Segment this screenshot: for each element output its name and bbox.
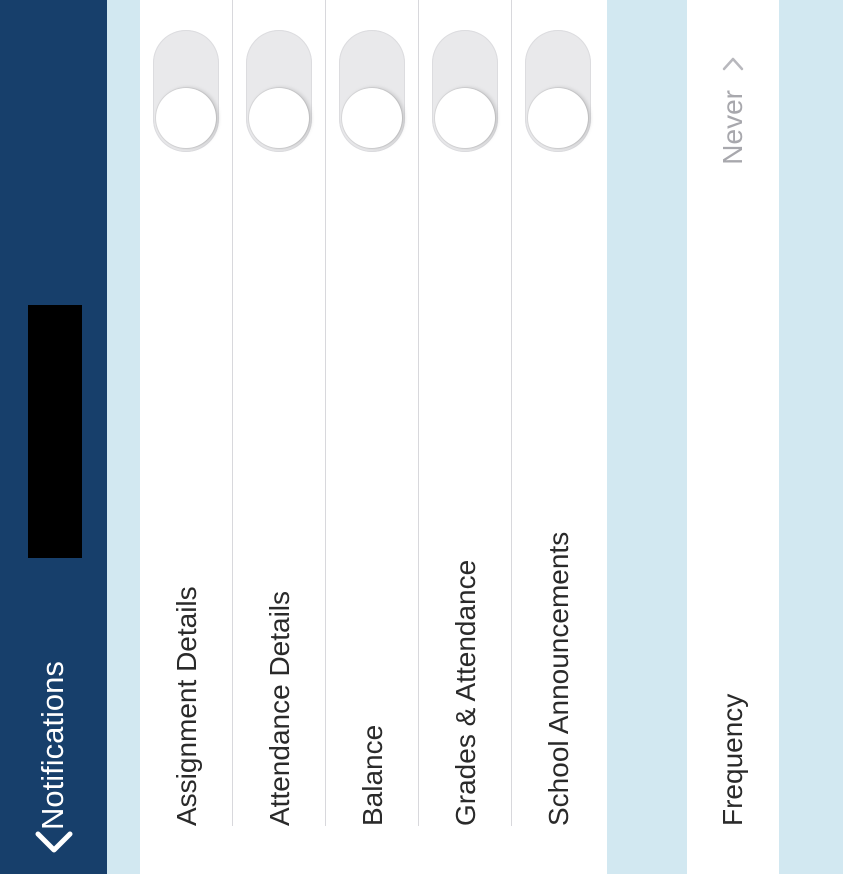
row-label: Grades & Attendance xyxy=(450,559,481,826)
frequency-label: Frequency xyxy=(717,693,748,826)
row-label: Assignment Details xyxy=(171,586,202,826)
row-label: School Announcements xyxy=(543,531,574,826)
list-item-attendance-details: Attendance Details xyxy=(233,0,326,874)
frequency-row[interactable]: Frequency Never xyxy=(687,0,779,874)
row-label: Attendance Details xyxy=(264,590,295,826)
toggle-knob xyxy=(156,88,216,148)
school-announcements-toggle[interactable] xyxy=(525,30,591,152)
grades-attendance-toggle[interactable] xyxy=(432,30,498,152)
notification-settings-list: Assignment Details Attendance Details Ba… xyxy=(140,0,607,874)
list-item-school-announcements: School Announcements xyxy=(512,0,605,874)
assignment-details-toggle[interactable] xyxy=(153,30,219,152)
toggle-knob xyxy=(342,88,402,148)
list-item-balance: Balance xyxy=(326,0,419,874)
navigation-bar: Notifications xyxy=(0,0,107,874)
toggle-knob xyxy=(435,88,495,148)
toggle-knob xyxy=(249,88,309,148)
chevron-right-icon xyxy=(722,57,744,71)
notifications-screen: Notifications Assignment Details Attenda… xyxy=(0,0,843,874)
frequency-value: Never xyxy=(717,90,748,165)
toggle-knob xyxy=(528,88,588,148)
back-button-label[interactable]: Notifications xyxy=(28,661,78,830)
list-item-grades-attendance: Grades & Attendance xyxy=(419,0,512,874)
redacted-title xyxy=(28,305,82,558)
attendance-details-toggle[interactable] xyxy=(246,30,312,152)
row-label: Balance xyxy=(357,724,388,826)
list-item-assignment-details: Assignment Details xyxy=(140,0,233,874)
balance-toggle[interactable] xyxy=(339,30,405,152)
